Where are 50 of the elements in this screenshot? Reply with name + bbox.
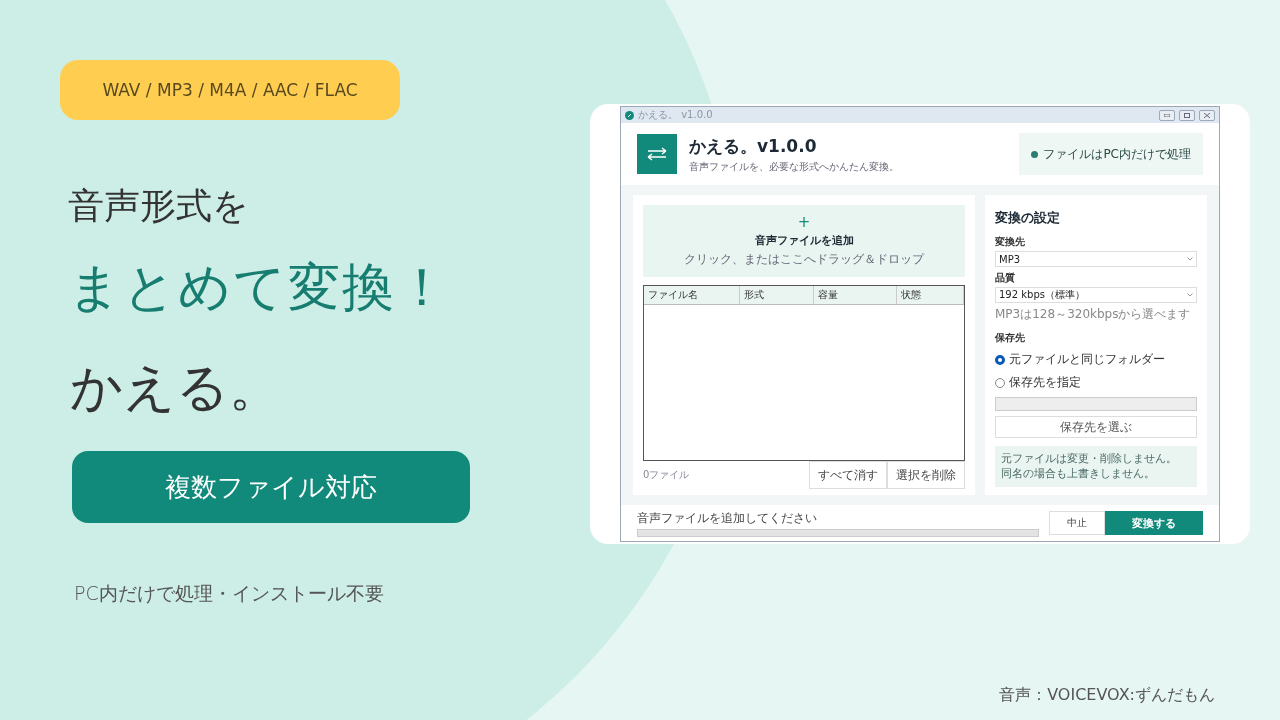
minimize-icon: [1164, 113, 1170, 117]
swap-arrows-icon: [647, 147, 667, 161]
field-label: 変換先: [995, 235, 1026, 249]
radio-label[interactable]: 保存先を指定: [1009, 374, 1081, 391]
plus-icon: +: [797, 214, 811, 230]
column-header[interactable]: 状態: [896, 286, 964, 304]
window-title: かえる。 v1.0.0: [638, 110, 714, 120]
remove-selected-button[interactable]: 選択を削除: [887, 461, 965, 489]
settings-title: 変換の設定: [995, 209, 1061, 227]
format-select[interactable]: MP3: [995, 251, 1197, 267]
column-header[interactable]: 形式: [740, 286, 814, 304]
tagline: PC内だけで処理・インストール不要: [74, 581, 384, 606]
output-path-field[interactable]: [995, 397, 1197, 411]
maximize-icon: [1184, 112, 1190, 118]
app-icon: [625, 110, 634, 120]
quality-select[interactable]: 192 kbps（標準）: [995, 287, 1197, 303]
close-button[interactable]: [1199, 109, 1215, 121]
drop-zone-hint: クリック、またはここへドラッグ＆ドロップ: [684, 250, 924, 268]
formats-badge: WAV / MP3 / M4A / AAC / FLAC: [60, 60, 400, 120]
drop-zone-title: 音声ファイルを追加: [754, 232, 854, 248]
radio-button[interactable]: [995, 377, 1005, 388]
drop-zone[interactable]: + 音声ファイルを追加 クリック、またはここへドラッグ＆ドロップ: [643, 205, 965, 277]
choose-folder-button[interactable]: 保存先を選ぶ: [995, 416, 1197, 438]
column-header[interactable]: ファイル名: [644, 286, 740, 304]
radio-label[interactable]: 元ファイルと同じフォルダー: [1009, 351, 1165, 368]
column-header[interactable]: 容量: [813, 286, 897, 304]
feature-button[interactable]: 複数ファイル対応: [72, 451, 470, 523]
chevron-down-icon: [1187, 257, 1193, 261]
app-subtitle: 音声ファイルを、必要な形式へかんたん変換。: [689, 159, 900, 174]
app-name: かえる。: [70, 356, 281, 419]
file-count: 0ファイル: [643, 468, 691, 482]
cancel-button[interactable]: 中止: [1049, 511, 1105, 535]
voice-credit: 音声：VOICEVOX:ずんだもん: [999, 685, 1215, 706]
radio-button[interactable]: [995, 354, 1005, 365]
maximize-button[interactable]: [1179, 109, 1195, 121]
status-text: 音声ファイルを追加してください: [637, 509, 818, 527]
privacy-text: ファイルはPC内だけで処理: [1043, 145, 1191, 163]
chevron-down-icon: [1187, 293, 1193, 297]
dot-icon: [1031, 150, 1039, 158]
convert-button[interactable]: 変換する: [1105, 511, 1203, 535]
clear-all-button[interactable]: すべて消す: [809, 461, 887, 489]
field-label: 保存先: [995, 331, 1026, 345]
headline: まとめて変換！: [68, 256, 450, 319]
app-title: かえる。v1.0.0: [689, 134, 818, 158]
field-label: 品質: [995, 271, 1016, 285]
quality-hint: MP3は128～320kbpsから選べます: [995, 306, 1192, 323]
minimize-button[interactable]: [1159, 109, 1175, 121]
close-icon: [1204, 112, 1210, 118]
info-note: 元ファイルは変更・削除しません。 同名の場合も上書きしません。: [995, 446, 1197, 487]
headline: 音声形式を: [68, 184, 249, 228]
